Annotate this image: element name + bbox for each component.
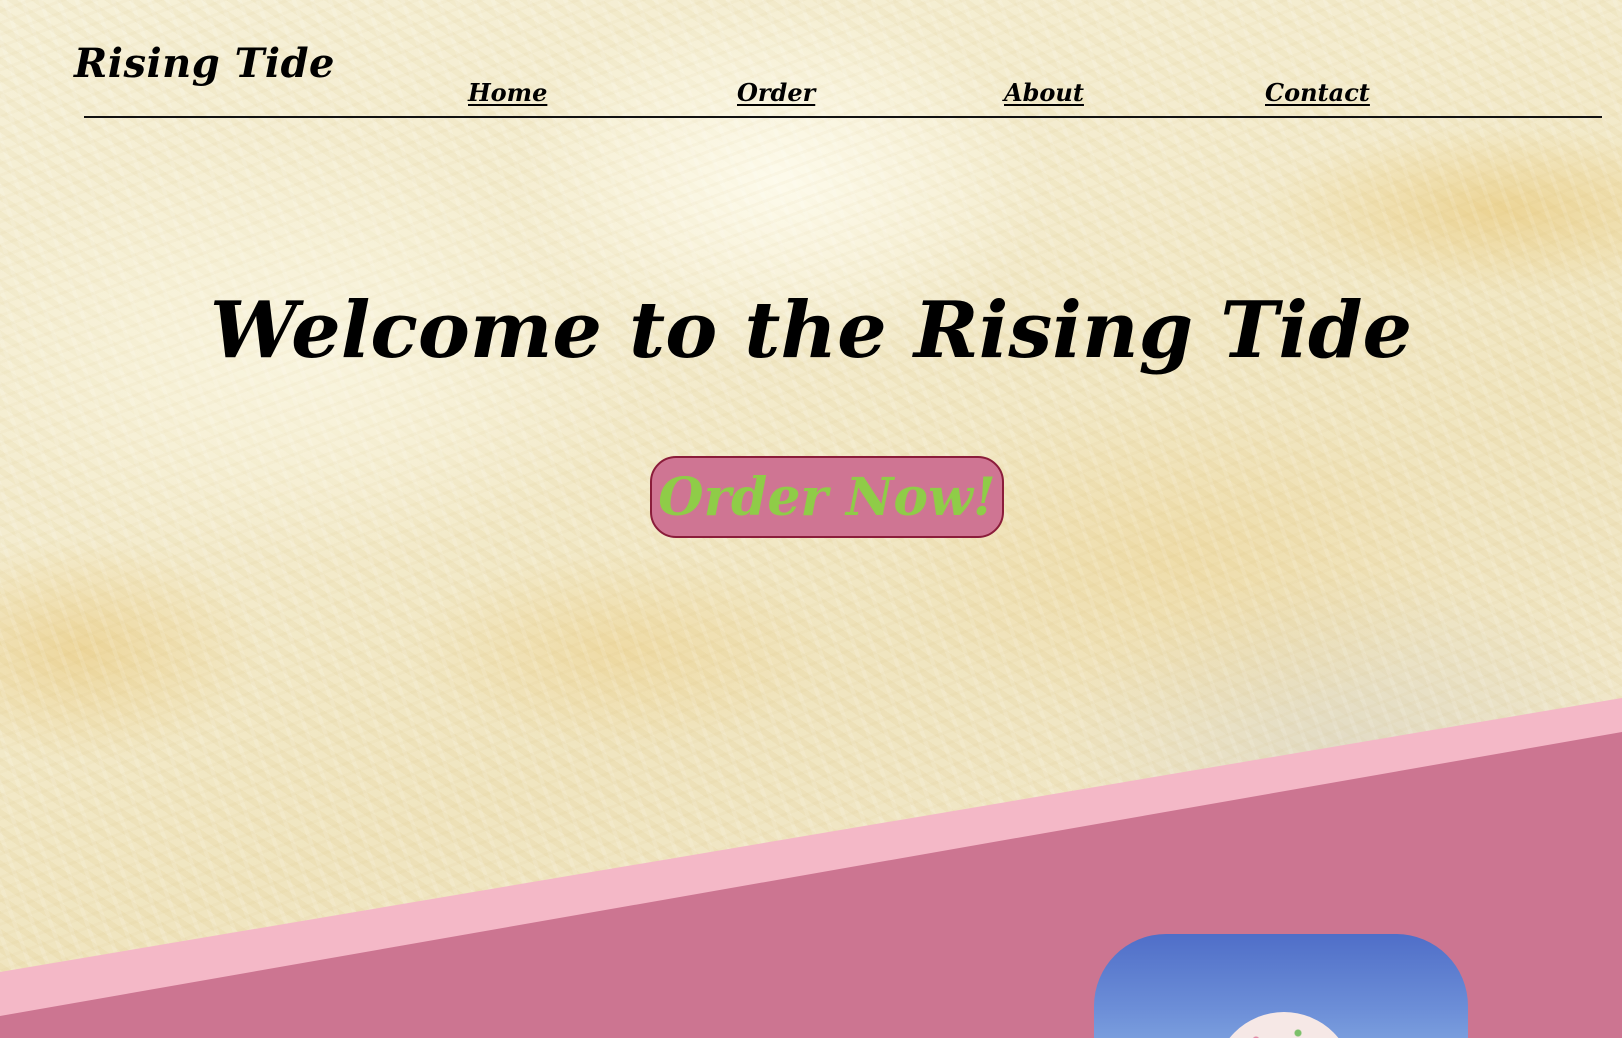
order-now-button[interactable]: Order Now!: [650, 456, 1004, 538]
nav-divider: [84, 116, 1602, 118]
ice-cream-scoop: [1214, 1012, 1354, 1038]
page: Rising Tide Home Order About Contact Wel…: [0, 0, 1622, 1038]
hero-title: Welcome to the Rising Tide: [209, 285, 1413, 376]
nav-link-order[interactable]: Order: [737, 78, 815, 107]
ice-cream-photo: [1094, 934, 1468, 1038]
nav-link-home[interactable]: Home: [468, 78, 547, 107]
main-nav: Home Order About Contact: [0, 78, 1622, 108]
nav-link-contact[interactable]: Contact: [1265, 78, 1370, 107]
nav-link-about[interactable]: About: [1004, 78, 1084, 107]
